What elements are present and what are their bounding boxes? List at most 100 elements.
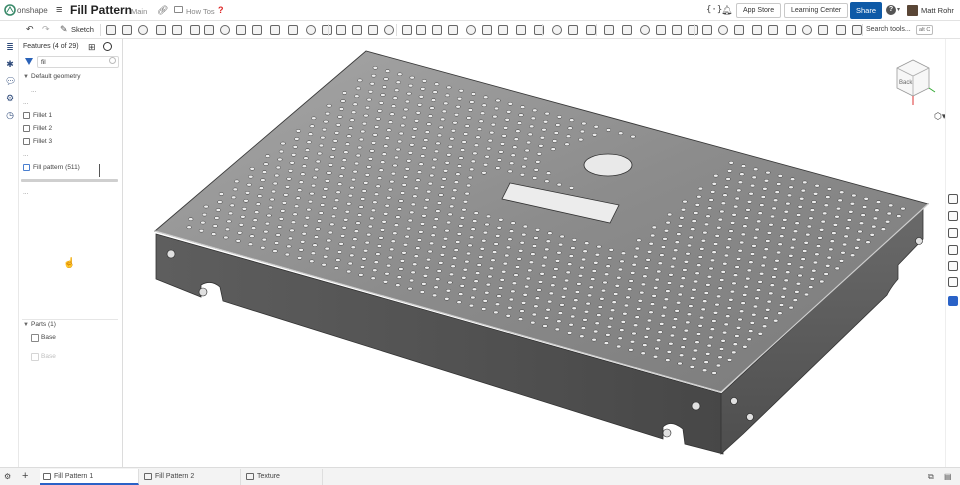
chevron-down-icon[interactable]: ▼ — [23, 322, 29, 328]
rollback-bar[interactable] — [21, 179, 118, 182]
feature-filter-input[interactable] — [37, 56, 119, 68]
appearance-icon[interactable] — [948, 194, 958, 204]
tab-2[interactable]: Fill Pattern 2 — [141, 469, 241, 485]
mate-connector-icon[interactable] — [432, 25, 442, 35]
code-brace-icon[interactable]: {·} — [706, 5, 722, 15]
versions-icon[interactable]: ⧉ — [928, 472, 934, 482]
part-item[interactable]: Base — [41, 334, 56, 341]
joint-icon[interactable] — [836, 25, 846, 35]
extrude-icon[interactable] — [122, 25, 132, 35]
sheet-metal-icon[interactable] — [482, 25, 492, 35]
link-icon[interactable]: 🔗︎ — [157, 5, 168, 16]
tab-manager-icon[interactable]: ⚙ — [4, 472, 11, 481]
sketch-plane-icon[interactable] — [106, 25, 116, 35]
split-icon[interactable] — [322, 25, 332, 35]
parts-header[interactable]: Parts (1) — [31, 321, 56, 328]
user-name[interactable]: Matt Rohr — [921, 6, 954, 15]
chevron-down-icon[interactable]: ▼ — [23, 74, 29, 80]
share-button[interactable]: Share — [850, 2, 883, 19]
frame-icon[interactable] — [622, 25, 632, 35]
corner-icon[interactable] — [552, 25, 562, 35]
collapsed-items[interactable]: ... — [23, 151, 28, 158]
collapsed-items[interactable]: ... — [23, 189, 28, 196]
feature-item[interactable]: Fillet 3 — [33, 138, 52, 145]
part-studio-icon[interactable] — [948, 211, 958, 221]
pencil-icon[interactable]: ✎ — [60, 24, 68, 35]
rip-icon[interactable] — [818, 25, 828, 35]
app-store-button[interactable]: App Store — [736, 3, 782, 18]
finish-icon[interactable] — [604, 25, 614, 35]
variables-icon[interactable]: ✱ — [5, 59, 15, 69]
section-icon[interactable] — [702, 25, 712, 35]
folder-icon[interactable] — [174, 6, 183, 13]
fill-pattern-feature[interactable]: Fill pattern (511) — [33, 164, 80, 171]
redo-icon[interactable]: ↷ — [42, 24, 50, 35]
plane-icon[interactable] — [416, 25, 426, 35]
feature-item[interactable]: Fillet 2 — [33, 125, 52, 132]
mass-icon[interactable] — [734, 25, 744, 35]
notification-bell-icon[interactable]: 🔔︎ — [721, 5, 732, 16]
unfold-icon[interactable] — [586, 25, 596, 35]
feature-script-icon[interactable] — [786, 25, 796, 35]
measure-icon[interactable] — [948, 277, 958, 287]
learning-center-button[interactable]: Learning Center — [784, 3, 849, 18]
sweep-icon[interactable] — [156, 25, 166, 35]
menu-icon[interactable]: ≡ — [56, 5, 62, 16]
sheet-metal-part[interactable] — [123, 39, 945, 467]
question-icon[interactable]: ? — [218, 6, 226, 15]
measure-icon[interactable] — [718, 25, 728, 35]
close-x-icon[interactable] — [948, 296, 958, 306]
trim-icon[interactable] — [640, 25, 650, 35]
comments-icon[interactable]: 💬︎ — [5, 76, 16, 86]
undo-icon[interactable]: ↶ — [26, 24, 34, 35]
hole-icon[interactable] — [288, 25, 298, 35]
cut-list-icon[interactable] — [672, 25, 682, 35]
helix-icon[interactable] — [402, 25, 412, 35]
chamfer-icon[interactable] — [220, 25, 230, 35]
mate-connector-icon[interactable] — [948, 228, 958, 238]
variable-icon[interactable] — [384, 25, 394, 35]
configurations-icon[interactable]: ⚙ — [5, 93, 15, 103]
help-icon[interactable]: ? — [886, 5, 896, 15]
custom-feature-icon[interactable] — [768, 25, 778, 35]
default-geometry-folder[interactable]: Default geometry — [31, 73, 81, 80]
fillet-icon[interactable] — [204, 25, 214, 35]
draft-icon[interactable] — [236, 25, 246, 35]
chevron-down-icon[interactable]: ▾ — [897, 6, 900, 13]
thicken-icon[interactable] — [190, 25, 200, 35]
history-icon[interactable]: ◷ — [5, 110, 15, 120]
sketch-button[interactable]: Sketch — [71, 25, 94, 34]
rib-icon[interactable] — [252, 25, 262, 35]
collapsed-items[interactable]: ... — [31, 87, 36, 94]
mirror-icon[interactable] — [368, 25, 378, 35]
shell-icon[interactable] — [270, 25, 280, 35]
transform-icon[interactable] — [336, 25, 346, 35]
bom-icon[interactable] — [948, 245, 958, 255]
clear-filter-icon[interactable] — [109, 57, 116, 64]
document-title[interactable]: Fill Pattern — [70, 3, 132, 17]
gusset-icon[interactable] — [656, 25, 666, 35]
rollback-clock-icon[interactable] — [103, 42, 112, 51]
feature-item[interactable]: Fillet 1 — [33, 112, 52, 119]
surface-icon[interactable] — [466, 25, 476, 35]
view-cube[interactable]: Back — [883, 50, 939, 120]
graphics-viewport[interactable] — [123, 39, 945, 467]
onshape-logo-icon[interactable] — [4, 4, 16, 16]
tab-3[interactable]: Texture — [243, 469, 323, 485]
section-icon[interactable] — [948, 261, 958, 271]
rollback-bar-handle[interactable] — [99, 164, 100, 177]
tab-1[interactable]: Fill Pattern 1 — [40, 469, 139, 485]
bend-relief-icon[interactable] — [802, 25, 812, 35]
boolean-icon[interactable] — [306, 25, 316, 35]
filter-icon[interactable] — [25, 58, 33, 65]
bend-icon[interactable] — [568, 25, 578, 35]
revolve-icon[interactable] — [138, 25, 148, 35]
feature-list-icon[interactable]: ≣ — [5, 42, 15, 52]
add-folder-icon[interactable]: ⊞ — [88, 42, 96, 53]
loft-icon[interactable] — [172, 25, 182, 35]
derive-icon[interactable] — [688, 25, 698, 35]
collapsed-items[interactable]: ... — [23, 99, 28, 106]
workspace-label[interactable]: Main — [131, 7, 147, 16]
plastics-icon[interactable] — [752, 25, 762, 35]
hem-icon[interactable] — [516, 25, 526, 35]
